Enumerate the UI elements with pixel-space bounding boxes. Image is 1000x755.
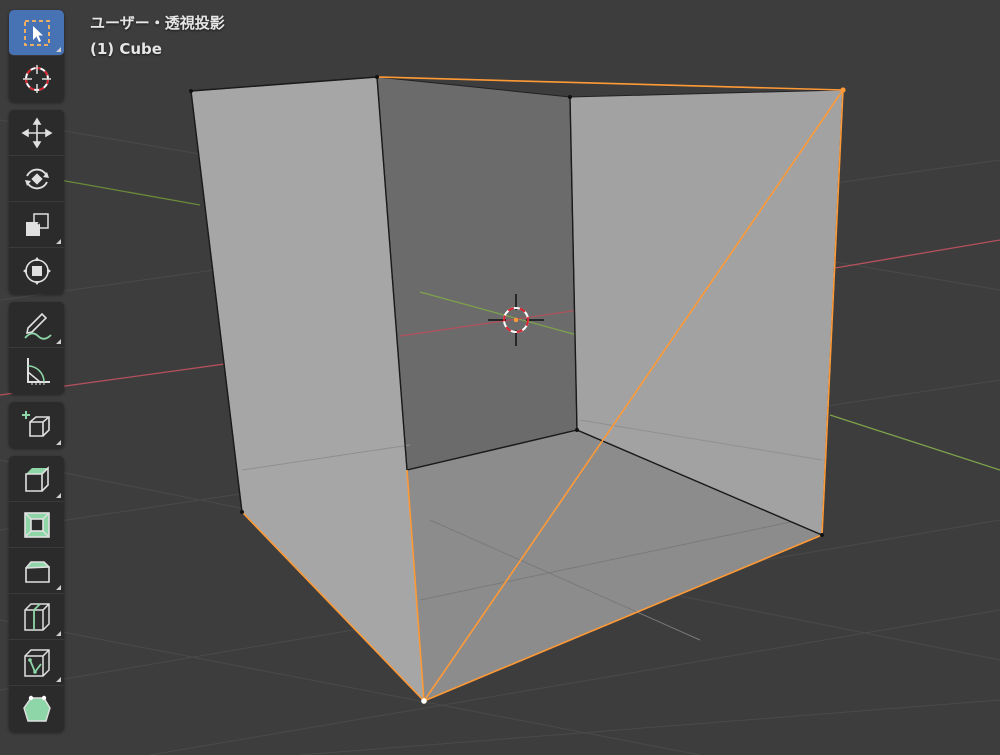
knife-icon	[23, 648, 50, 677]
tool-scale[interactable]	[9, 202, 64, 248]
measure-icon	[26, 358, 50, 385]
x-axis-line-far	[834, 239, 1000, 269]
tool-poly-build[interactable]	[9, 686, 64, 732]
tool-knife[interactable]	[9, 640, 64, 686]
submenu-indicator	[56, 239, 61, 244]
transform-icon	[22, 257, 51, 285]
tool-shelf	[9, 10, 64, 740]
submenu-indicator	[56, 440, 61, 445]
submenu-indicator	[56, 339, 61, 344]
tool-group-annotate	[9, 302, 64, 394]
tool-group-add	[9, 402, 64, 448]
rotate-icon	[24, 168, 49, 189]
tool-select-box[interactable]	[9, 10, 64, 56]
tool-extrude[interactable]	[9, 456, 64, 502]
submenu-indicator	[56, 585, 61, 590]
y-axis-line-far	[829, 414, 1000, 471]
tool-bevel[interactable]	[9, 548, 64, 594]
tool-group-mesh-edit	[9, 456, 64, 732]
tool-rotate[interactable]	[9, 156, 64, 202]
extrude-icon	[24, 465, 49, 492]
cube-back-face[interactable]	[376, 76, 578, 471]
cursor-icon	[22, 65, 51, 93]
viewport-info: ユーザー・透視投影 (1) Cube	[90, 10, 225, 62]
scale-icon	[25, 212, 49, 236]
submenu-indicator	[56, 677, 61, 682]
select-box-icon	[23, 19, 50, 46]
tool-loop-cut[interactable]	[9, 594, 64, 640]
view-mode-label: ユーザー・透視投影	[90, 14, 225, 32]
tool-inset[interactable]	[9, 502, 64, 548]
tool-transform[interactable]	[9, 248, 64, 294]
bevel-icon	[24, 560, 50, 583]
tool-group-transform	[9, 110, 64, 294]
loop-cut-icon	[23, 602, 50, 631]
y-axis-line	[59, 179, 201, 206]
tool-move[interactable]	[9, 110, 64, 156]
tool-cursor[interactable]	[9, 56, 64, 102]
annotate-icon	[23, 312, 52, 340]
object-label: (1) Cube	[90, 40, 162, 58]
inset-icon	[23, 511, 50, 538]
add-cube-icon	[21, 411, 50, 437]
tool-group-select	[9, 10, 64, 102]
submenu-indicator	[56, 47, 61, 52]
tool-add-cube[interactable]	[9, 402, 64, 448]
3d-viewport[interactable]	[0, 0, 1000, 755]
poly-build-icon	[22, 695, 51, 722]
submenu-indicator	[56, 631, 61, 636]
submenu-indicator	[56, 493, 61, 498]
tool-measure[interactable]	[9, 348, 64, 394]
move-icon	[20, 116, 53, 149]
tool-annotate[interactable]	[9, 302, 64, 348]
